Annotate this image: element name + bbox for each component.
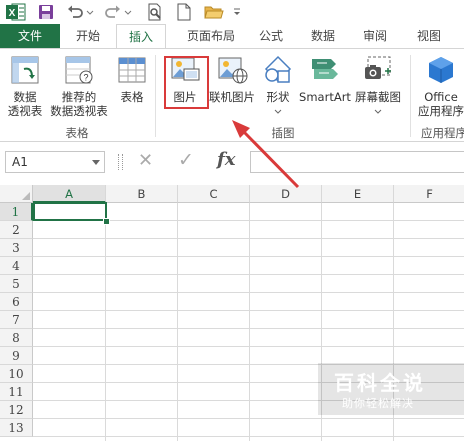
screenshot-icon: [365, 56, 391, 79]
redo-icon[interactable]: [104, 3, 122, 21]
cancel-icon[interactable]: ✕: [138, 150, 153, 171]
tab-review[interactable]: 审阅: [352, 24, 398, 48]
office-apps-label-line2: 应用程序: [418, 104, 464, 118]
formula-bar: A1 ✕ ✓ fx: [0, 148, 464, 178]
enter-icon[interactable]: ✓: [178, 149, 194, 171]
online-pictures-label: 联机图片: [209, 90, 255, 104]
office-apps-label-line1: Office: [424, 90, 458, 104]
ribbon-insert: 数据 透视表 ? 推荐的 数据透视表 表格 表格 图片 联机图片 形状 Smar…: [0, 48, 464, 142]
formula-bar-grip[interactable]: [118, 154, 123, 170]
tab-data[interactable]: 数据: [300, 24, 346, 48]
watermark: 百科全说 助你轻松解决: [318, 363, 464, 415]
select-all-corner[interactable]: [0, 185, 33, 203]
highlight-box: [164, 56, 209, 109]
row-header-8[interactable]: 8: [0, 329, 33, 347]
row-header-10[interactable]: 10: [0, 365, 33, 383]
row-header-6[interactable]: 6: [0, 293, 33, 311]
recommended-pivot-label-line2: 数据透视表: [50, 104, 108, 118]
table-icon: [118, 57, 146, 83]
recommended-pivot-icon: ?: [65, 56, 93, 84]
smartart-label: SmartArt: [299, 90, 351, 104]
group-label-illustrations: 插图: [271, 126, 295, 140]
svg-text:?: ?: [83, 73, 88, 83]
column-header-e[interactable]: E: [322, 185, 394, 203]
pivot-table-icon: [11, 56, 39, 84]
column-header-f[interactable]: F: [394, 185, 464, 203]
print-preview-icon[interactable]: [146, 3, 164, 21]
column-header-d[interactable]: D: [250, 185, 322, 203]
online-picture-icon: [218, 57, 248, 84]
row-header-4[interactable]: 4: [0, 257, 33, 275]
row-header-12[interactable]: 12: [0, 401, 33, 419]
watermark-subtitle: 助你轻松解决: [342, 397, 414, 410]
fill-handle[interactable]: [103, 218, 110, 225]
column-header-b[interactable]: B: [106, 185, 178, 203]
recommended-pivot-button[interactable]: ? 推荐的 数据透视表: [46, 55, 112, 118]
group-separator: [155, 55, 156, 137]
customize-toolbar-icon[interactable]: [232, 3, 242, 21]
shapes-icon: [264, 55, 292, 83]
select-all-icon: [22, 192, 30, 200]
chevron-down-icon[interactable]: [92, 160, 100, 166]
row-header-9[interactable]: 9: [0, 347, 33, 365]
tab-insert[interactable]: 插入: [116, 24, 166, 48]
pivot-table-label-line1: 数据: [13, 90, 37, 104]
shapes-button[interactable]: 形状: [260, 55, 296, 118]
quick-access-toolbar: X: [0, 0, 464, 24]
screenshot-button[interactable]: 屏幕截图: [352, 55, 404, 118]
row-header-1[interactable]: 1: [0, 203, 33, 221]
chevron-down-icon[interactable]: [86, 3, 94, 21]
table-label: 表格: [120, 90, 144, 104]
tab-page-layout[interactable]: 页面布局: [176, 24, 246, 48]
column-header-a[interactable]: A: [33, 185, 106, 203]
formula-input[interactable]: [250, 151, 464, 173]
tab-formulas[interactable]: 公式: [248, 24, 294, 48]
group-label-tables: 表格: [65, 126, 89, 140]
svg-text:X: X: [9, 8, 16, 19]
excel-logo-icon: X: [6, 3, 26, 21]
group-label-apps: 应用程序: [421, 126, 464, 140]
ribbon-tabs: 文件 开始 插入 页面布局 公式 数据 审阅 视图: [0, 24, 464, 48]
row-header-3[interactable]: 3: [0, 239, 33, 257]
screenshot-label: 屏幕截图: [355, 90, 401, 104]
pivot-table-button[interactable]: 数据 透视表: [2, 55, 48, 118]
save-icon[interactable]: [37, 3, 55, 21]
watermark-title: 百科全说: [334, 371, 426, 395]
pivot-table-label-line2: 透视表: [7, 104, 43, 118]
office-store-icon: [429, 57, 453, 83]
selected-cell-a1[interactable]: [33, 202, 107, 221]
office-apps-button[interactable]: Office 应用程序: [412, 55, 464, 118]
table-button[interactable]: 表格: [114, 55, 150, 104]
group-separator: [410, 55, 411, 137]
chevron-down-icon: [274, 109, 282, 114]
row-header-7[interactable]: 7: [0, 311, 33, 329]
row-header-11[interactable]: 11: [0, 383, 33, 401]
row-header-5[interactable]: 5: [0, 275, 33, 293]
tab-home[interactable]: 开始: [64, 24, 112, 48]
tab-file[interactable]: 文件: [0, 24, 60, 48]
online-pictures-button[interactable]: 联机图片: [206, 55, 258, 104]
row-header-13[interactable]: 13: [0, 419, 33, 437]
tab-view[interactable]: 视图: [406, 24, 452, 48]
column-header-c[interactable]: C: [178, 185, 250, 203]
smartart-icon: [312, 59, 338, 79]
recommended-pivot-label-line1: 推荐的: [61, 90, 97, 104]
undo-icon[interactable]: [66, 3, 84, 21]
open-folder-icon[interactable]: [204, 3, 224, 21]
insert-function-icon[interactable]: fx: [217, 149, 235, 170]
smartart-button[interactable]: SmartArt: [298, 55, 352, 104]
shapes-label: 形状: [266, 90, 290, 104]
new-document-icon[interactable]: [176, 3, 192, 21]
chevron-down-icon: [374, 109, 382, 114]
chevron-down-icon[interactable]: [124, 3, 132, 21]
row-header-2[interactable]: 2: [0, 221, 33, 239]
name-box-value: A1: [12, 155, 28, 169]
name-box[interactable]: A1: [5, 151, 105, 173]
